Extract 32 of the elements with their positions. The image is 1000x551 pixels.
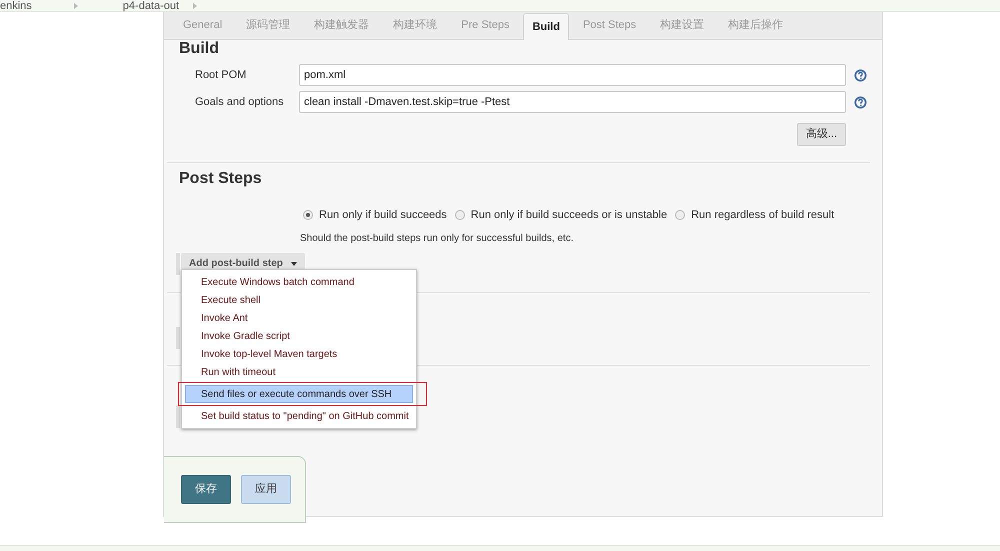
menu-item[interactable]: Run with timeout [185,363,413,381]
advanced-button[interactable]: 高级... [796,123,846,146]
chevron-icon [74,2,78,8]
menu-item[interactable]: Invoke top-level Maven targets [185,345,413,363]
help-icon[interactable] [854,68,867,82]
text-field[interactable]: clean install -Dmaven.test.skip=true -Ptest [299,91,846,113]
text-field[interactable]: pom.xml [299,64,846,86]
menu-item[interactable]: Invoke Ant [185,309,413,327]
help-text: Should the post-build steps run only for successful builds, etc. [300,232,574,246]
action-button[interactable]: 应用 [241,474,291,504]
menu-item[interactable]: Execute Windows batch command [185,273,413,291]
radio-button[interactable] [303,210,313,220]
menu-item[interactable]: Send files or execute commands over SSH [185,385,413,403]
section-heading: Build [179,40,220,58]
menu-item[interactable]: Invoke Gradle script [185,327,413,345]
menu-item[interactable]: Set build status to "pending" on GitHub commit [185,407,413,425]
menu-item[interactable]: Execute shell [185,291,413,309]
action-button[interactable]: 保存 [181,474,231,504]
radio-button[interactable] [675,210,686,220]
field-label: Root POM [195,68,248,83]
section-heading: Post Steps [179,169,263,189]
tab[interactable]: Build [523,13,569,40]
caret-icon [290,262,297,266]
field-label: Goals and options [195,94,285,110]
chevron-icon [193,2,198,8]
breadcrumb-link[interactable]: enkins [0,0,32,12]
breadcrumb-link[interactable]: p4-data-out [122,0,180,12]
radio-label: Run only if build succeeds [319,208,447,223]
radio-label: Run regardless of build result [691,208,834,223]
help-icon[interactable] [854,96,867,108]
radio-button[interactable] [454,210,465,220]
radio-label: Run only if build succeeds or is unstable [470,208,668,223]
